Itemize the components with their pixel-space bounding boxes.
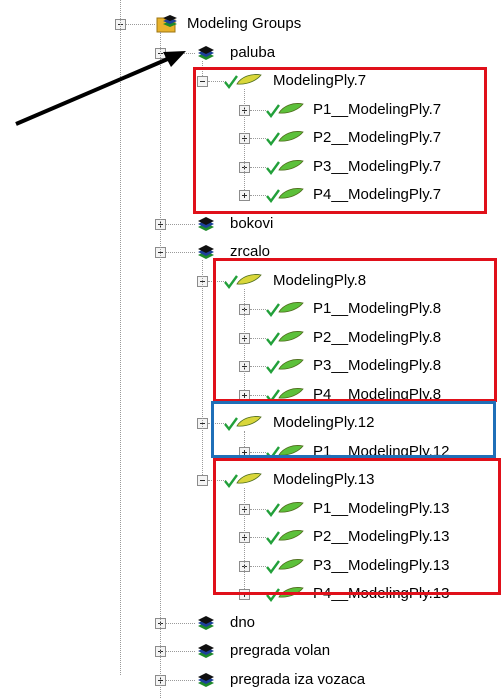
highlight-box-ply7	[193, 67, 487, 214]
highlight-box-ply13	[213, 458, 501, 595]
highlight-box-ply8	[213, 258, 497, 402]
tree-connector	[166, 679, 195, 681]
highlight-box-ply12	[211, 401, 496, 458]
